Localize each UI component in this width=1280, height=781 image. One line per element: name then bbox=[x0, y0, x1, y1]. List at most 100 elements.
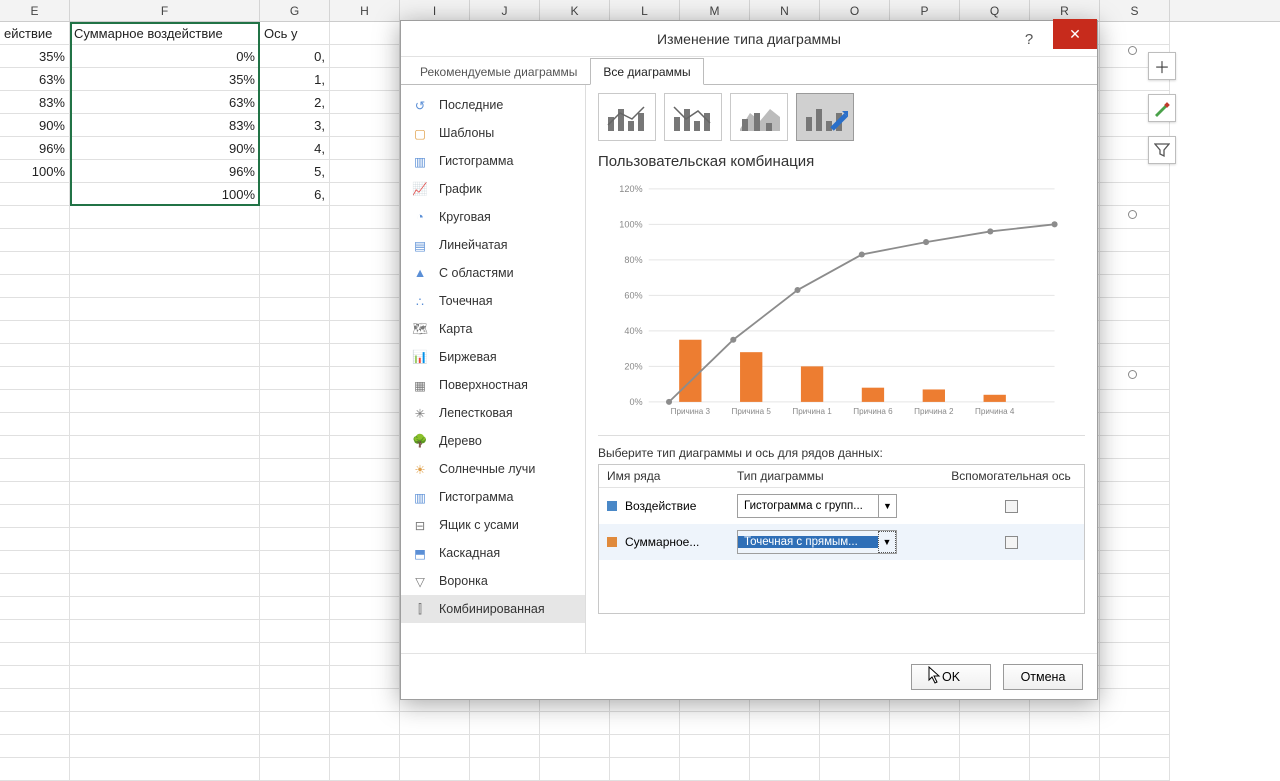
series-head-aux: Вспомогательная ось bbox=[946, 469, 1076, 483]
tree-icon: ▢ bbox=[411, 124, 429, 142]
series-head-name: Имя ряда bbox=[607, 469, 737, 483]
svg-text:40%: 40% bbox=[624, 326, 642, 336]
tree-item-5[interactable]: ▤Линейчатая bbox=[401, 231, 585, 259]
tree-icon: ▥ bbox=[411, 152, 429, 170]
tree-item-2[interactable]: ▥Гистограмма bbox=[401, 147, 585, 175]
aux-axis-checkbox-2[interactable] bbox=[1005, 536, 1018, 549]
tab-all[interactable]: Все диаграммы bbox=[590, 58, 703, 85]
tree-item-12[interactable]: 🌳Дерево bbox=[401, 427, 585, 455]
svg-text:0%: 0% bbox=[629, 397, 642, 407]
tree-item-18[interactable]: ⫿Комбинированная bbox=[401, 595, 585, 623]
combo-subtype-1[interactable] bbox=[598, 93, 656, 141]
combo-subtype-3[interactable] bbox=[730, 93, 788, 141]
chevron-down-icon: ▼ bbox=[878, 495, 896, 517]
tree-item-16[interactable]: ⬒Каскадная bbox=[401, 539, 585, 567]
tree-icon: ◔ bbox=[411, 208, 429, 226]
tab-recommended[interactable]: Рекомендуемые диаграммы bbox=[407, 58, 590, 85]
resize-handle[interactable] bbox=[1128, 46, 1137, 55]
cancel-button[interactable]: Отмена bbox=[1003, 664, 1083, 690]
col-header-L[interactable]: L bbox=[610, 0, 680, 21]
series-type-combo-2[interactable]: Точечная с прямым...▼ bbox=[737, 530, 897, 554]
tree-icon: ▥ bbox=[411, 488, 429, 506]
svg-text:Причина 5: Причина 5 bbox=[732, 407, 772, 416]
tree-item-9[interactable]: 📊Биржевая bbox=[401, 343, 585, 371]
series-row-1[interactable]: Воздействие Гистограмма с групп...▼ bbox=[599, 488, 1084, 524]
svg-text:20%: 20% bbox=[624, 361, 642, 371]
col-header-J[interactable]: J bbox=[470, 0, 540, 21]
chevron-down-icon: ▼ bbox=[878, 531, 896, 553]
tree-item-10[interactable]: ▦Поверхностная bbox=[401, 371, 585, 399]
col-header-Q[interactable]: Q bbox=[960, 0, 1030, 21]
help-button[interactable]: ? bbox=[1009, 21, 1049, 57]
dialog-tabs: Рекомендуемые диаграммы Все диаграммы bbox=[401, 57, 1097, 85]
combo-subtype-2[interactable] bbox=[664, 93, 722, 141]
col-header-I[interactable]: I bbox=[400, 0, 470, 21]
tree-item-13[interactable]: ☀Солнечные лучи bbox=[401, 455, 585, 483]
col-header-M[interactable]: M bbox=[680, 0, 750, 21]
dialog-footer: OK Отмена bbox=[401, 653, 1097, 699]
svg-text:60%: 60% bbox=[624, 290, 642, 300]
col-header-K[interactable]: K bbox=[540, 0, 610, 21]
series-head-type: Тип диаграммы bbox=[737, 469, 946, 483]
chart-elements-button[interactable]: ＋ bbox=[1148, 52, 1176, 80]
tree-item-14[interactable]: ▥Гистограмма bbox=[401, 483, 585, 511]
dialog-titlebar[interactable]: Изменение типа диаграммы ? ✕ bbox=[401, 21, 1097, 57]
svg-text:Причина 4: Причина 4 bbox=[975, 407, 1015, 416]
svg-text:120%: 120% bbox=[619, 184, 642, 194]
tree-item-0[interactable]: ↺Последние bbox=[401, 91, 585, 119]
series-type-combo-1[interactable]: Гистограмма с групп...▼ bbox=[737, 494, 897, 518]
series-config: Имя ряда Тип диаграммы Вспомогательная о… bbox=[598, 464, 1085, 614]
col-header-F[interactable]: F bbox=[70, 0, 260, 21]
col-header-S[interactable]: S bbox=[1100, 0, 1170, 21]
cell[interactable]: Суммарное воздействие bbox=[70, 22, 260, 45]
tree-icon: 📊 bbox=[411, 348, 429, 366]
chart-filter-button[interactable] bbox=[1148, 136, 1176, 164]
cell[interactable]: Ось у bbox=[260, 22, 330, 45]
col-header-G[interactable]: G bbox=[260, 0, 330, 21]
svg-text:100%: 100% bbox=[619, 219, 642, 229]
aux-axis-checkbox-1[interactable] bbox=[1005, 500, 1018, 513]
tree-item-15[interactable]: ⊟Ящик с усами bbox=[401, 511, 585, 539]
col-header-P[interactable]: P bbox=[890, 0, 960, 21]
close-button[interactable]: ✕ bbox=[1053, 19, 1097, 49]
col-header-H[interactable]: H bbox=[330, 0, 400, 21]
cell[interactable]: ействие bbox=[0, 22, 70, 45]
tree-icon: ▦ bbox=[411, 376, 429, 394]
tree-icon: ⊟ bbox=[411, 516, 429, 534]
tree-item-3[interactable]: 📈График bbox=[401, 175, 585, 203]
tree-icon: ✳ bbox=[411, 404, 429, 422]
col-header-R[interactable]: R bbox=[1030, 0, 1100, 21]
tree-item-8[interactable]: 🗺Карта bbox=[401, 315, 585, 343]
tree-icon: 📈 bbox=[411, 180, 429, 198]
tree-item-11[interactable]: ✳Лепестковая bbox=[401, 399, 585, 427]
col-header-E[interactable]: E bbox=[0, 0, 70, 21]
ok-button[interactable]: OK bbox=[911, 664, 991, 690]
tree-icon: ▲ bbox=[411, 264, 429, 282]
svg-text:Причина 3: Причина 3 bbox=[671, 407, 711, 416]
series-color-swatch bbox=[607, 537, 617, 547]
col-header-O[interactable]: O bbox=[820, 0, 890, 21]
dialog-title: Изменение типа диаграммы bbox=[657, 31, 841, 47]
series-row-2[interactable]: Суммарное... Точечная с прямым...▼ bbox=[599, 524, 1084, 560]
combo-subtitle: Пользовательская комбинация bbox=[598, 153, 1085, 170]
tree-item-17[interactable]: ▽Воронка bbox=[401, 567, 585, 595]
tree-item-1[interactable]: ▢Шаблоны bbox=[401, 119, 585, 147]
tree-icon: 🌳 bbox=[411, 432, 429, 450]
tree-icon: ⫿ bbox=[411, 600, 429, 618]
tree-item-7[interactable]: ∴Точечная bbox=[401, 287, 585, 315]
resize-handle[interactable] bbox=[1128, 210, 1137, 219]
tree-icon: ∴ bbox=[411, 292, 429, 310]
change-chart-type-dialog: Изменение типа диаграммы ? ✕ Рекомендуем… bbox=[400, 20, 1098, 700]
tree-icon: ↺ bbox=[411, 96, 429, 114]
chart-styles-button[interactable] bbox=[1148, 94, 1176, 122]
col-header-N[interactable]: N bbox=[750, 0, 820, 21]
series-color-swatch bbox=[607, 501, 617, 511]
svg-text:80%: 80% bbox=[624, 255, 642, 265]
chart-preview: 0% 20% 40% 60% 80% 100% 120% Причина 3 Причина 5… bbox=[598, 176, 1085, 436]
tree-item-4[interactable]: ◔Круговая bbox=[401, 203, 585, 231]
svg-text:Причина 1: Причина 1 bbox=[792, 407, 832, 416]
resize-handle[interactable] bbox=[1128, 370, 1137, 379]
tree-icon: 🗺 bbox=[411, 320, 429, 338]
tree-item-6[interactable]: ▲С областями bbox=[401, 259, 585, 287]
combo-subtype-custom[interactable] bbox=[796, 93, 854, 141]
